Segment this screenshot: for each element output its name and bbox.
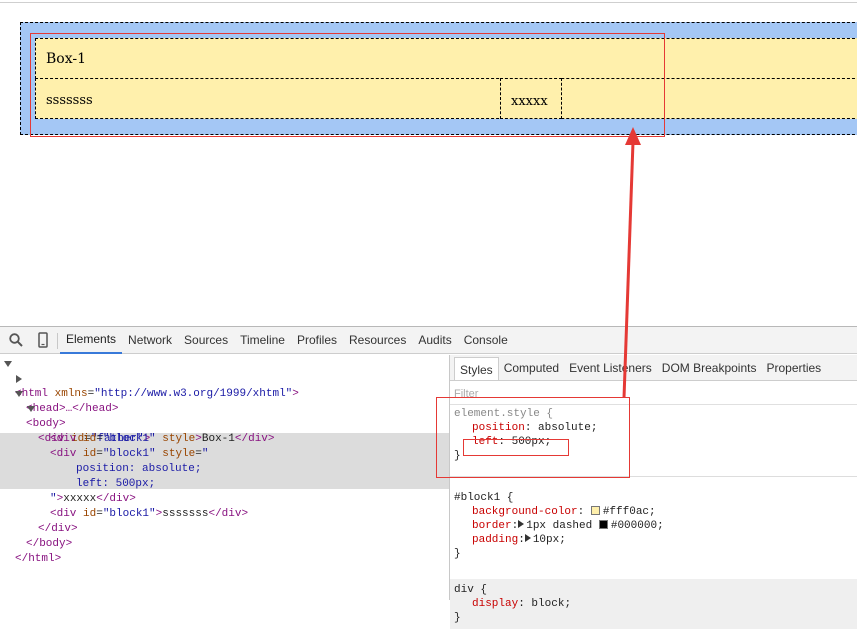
top-divider <box>0 2 857 3</box>
dom-line-body-close[interactable]: </body> <box>0 522 449 550</box>
elements-tree: <html xmlns="http://www.w3.org/1999/xhtm… <box>0 355 449 600</box>
devtools-panel: Elements Network Sources Timeline Profil… <box>0 326 857 629</box>
expand-triangle-icon[interactable] <box>518 520 525 528</box>
expand-arrow-icon[interactable] <box>27 406 35 412</box>
tab-properties[interactable]: Properties <box>761 355 826 380</box>
tab-dom-breakpoints[interactable]: DOM Breakpoints <box>657 355 762 380</box>
dom-line-style-left: left: 500px; <box>76 478 156 490</box>
tab-elements[interactable]: Elements <box>60 327 123 354</box>
tab-styles[interactable]: Styles <box>454 357 499 380</box>
toolbar-separator <box>57 333 58 349</box>
expand-triangle-icon[interactable] <box>524 534 531 542</box>
color-swatch-icon[interactable] <box>598 520 608 529</box>
rule-close: } <box>454 548 461 560</box>
decl-border[interactable]: border: 1px dashed #000000; <box>454 519 857 533</box>
rule-selector: div { <box>454 584 488 596</box>
tab-timeline[interactable]: Timeline <box>234 327 291 354</box>
dom-line-style-position: position: absolute; <box>76 463 202 475</box>
decl-background-color[interactable]: background-color: #fff0ac; <box>454 505 857 519</box>
sidebar-tabs: Styles Computed Event Listeners DOM Brea… <box>450 355 857 381</box>
rule-div-user-agent: div { display: block; } <box>450 579 857 629</box>
dom-line-head[interactable]: <head>…</head> <box>0 372 449 415</box>
dom-line-block1-b-end[interactable]: ">xxxxx</div> <box>0 477 449 505</box>
devtools-toolbar: Elements Network Sources Timeline Profil… <box>0 327 857 354</box>
search-icon[interactable] <box>8 332 24 348</box>
dom-line-block1-b[interactable]: <div id="block1" style=" <box>0 432 449 460</box>
tab-computed[interactable]: Computed <box>499 355 564 380</box>
annotation-element-style-box <box>436 397 630 478</box>
decl-display[interactable]: display: block; <box>454 597 857 611</box>
page-viewport: Box-1 sssssss xxxxx <box>0 0 857 326</box>
tab-event-listeners[interactable]: Event Listeners <box>564 355 657 380</box>
tab-console[interactable]: Console <box>458 327 514 354</box>
dom-line-html-close[interactable]: </html> <box>0 537 449 565</box>
tab-audits[interactable]: Audits <box>412 327 457 354</box>
tab-resources[interactable]: Resources <box>343 327 412 354</box>
dom-line-father-close[interactable]: </div> <box>0 507 449 535</box>
annotation-left-box <box>463 439 569 456</box>
tab-network[interactable]: Network <box>122 327 178 354</box>
collapse-arrow-icon[interactable] <box>16 375 22 383</box>
rule-block1: #block1 { background-color: #fff0ac; bor… <box>450 491 857 569</box>
rule-selector: #block1 { <box>454 492 514 504</box>
annotation-highlight-box <box>30 33 665 137</box>
expand-arrow-icon[interactable] <box>4 361 12 367</box>
dom-line-body[interactable]: <body> <box>0 387 449 430</box>
dom-line-block1-c[interactable]: <div id="block1">sssssss</div> <box>0 492 449 520</box>
tab-sources[interactable]: Sources <box>178 327 234 354</box>
dom-line-html[interactable]: <html xmlns="http://www.w3.org/1999/xhtm… <box>0 357 449 400</box>
dom-line-father[interactable]: <div id="father"> <box>0 402 449 445</box>
color-swatch-icon[interactable] <box>590 506 600 515</box>
expand-arrow-icon[interactable] <box>15 391 23 397</box>
tab-profiles[interactable]: Profiles <box>291 327 343 354</box>
device-mode-icon[interactable] <box>35 332 51 348</box>
rule-close: } <box>454 612 461 624</box>
decl-padding[interactable]: padding: 10px; <box>454 533 857 547</box>
devtools-main-tabs: Elements Network Sources Timeline Profil… <box>60 327 514 354</box>
dom-line-block1-a[interactable]: <div id="block1" style>Box-1</div> <box>0 417 449 445</box>
